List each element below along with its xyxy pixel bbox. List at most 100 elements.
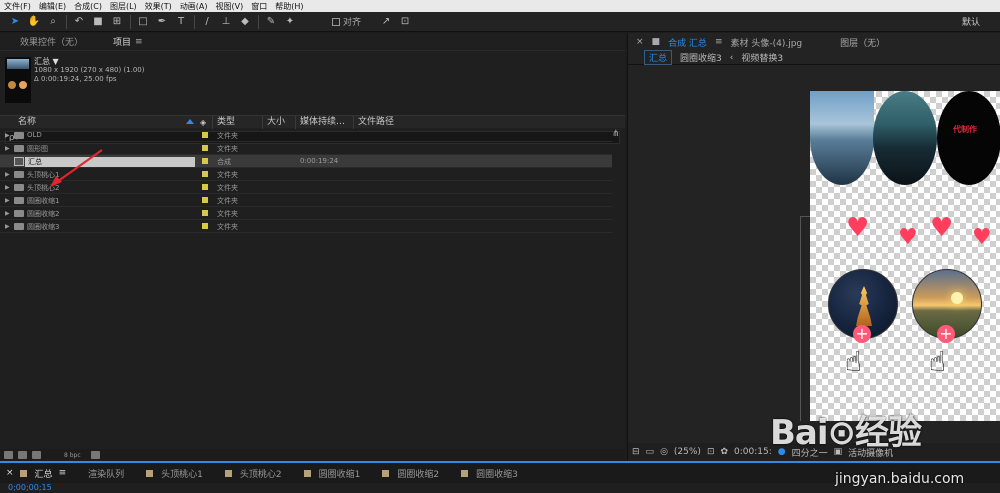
flowchart-icon[interactable]: ⋔ [612,129,620,139]
expand-icon[interactable]: ▶ [5,145,10,152]
current-time-display[interactable]: 0:00:15: [734,447,772,457]
menu-window[interactable]: 窗口 [251,1,267,12]
tab-label: 圆圈收缩2 [397,469,440,480]
display-icon[interactable]: ▭ [646,447,655,457]
menu-file[interactable]: 文件(F) [4,1,31,12]
text-tool-icon[interactable]: T [174,15,188,29]
magnification-select[interactable]: (25%) [674,447,701,457]
breadcrumb-item[interactable]: 圆圈收缩3 [680,51,722,64]
tab-effect-controls[interactable]: 效果控件（无） [20,35,83,48]
pan-behind-tool-icon[interactable]: ⊞ [110,15,124,29]
trash-icon[interactable] [90,451,100,459]
hand-tool-icon[interactable]: ✋ [27,15,41,29]
rotate-tool-icon[interactable]: ↶ [72,15,86,29]
expand-icon[interactable]: ▶ [5,210,10,217]
expand-icon[interactable]: ▶ [5,132,10,139]
column-size[interactable]: 大小 [262,116,295,129]
panel-menu-icon[interactable]: ≡ [715,37,723,47]
panel-menu-icon[interactable]: ≡ [59,468,67,478]
menu-composition[interactable]: 合成(C) [74,1,102,12]
timeline-tab-render-queue[interactable]: 渲染队列 [88,467,124,480]
eraser-tool-icon[interactable]: ◆ [238,15,252,29]
list-item[interactable]: ▶ 圆圈收缩2 文件夹 [0,207,612,220]
item-thumbnail [5,57,31,103]
brush-tool-icon[interactable]: / [200,15,214,29]
rectangle-tool-icon[interactable]: □ [136,15,150,29]
column-type[interactable]: 类型 [212,116,262,129]
clone-stamp-tool-icon[interactable]: ⊥ [219,15,233,29]
label-color-swatch[interactable] [202,210,208,216]
tab-composition[interactable]: 合成 汇总 [668,36,707,49]
grid-icon[interactable]: ⊟ [632,447,640,457]
menu-help[interactable]: 帮助(H) [275,1,303,12]
lock-icon[interactable]: ■ [652,37,661,47]
roto-brush-tool-icon[interactable]: ✎ [264,15,278,29]
watermark-logo: Bai⊙经验 [770,413,922,453]
sort-ascending-icon[interactable] [186,119,194,124]
zoom-tool-icon[interactable]: ⌕ [46,15,60,29]
label-color-swatch[interactable] [202,132,208,138]
label-color-swatch[interactable] [202,184,208,190]
align-checkbox[interactable] [332,17,340,26]
close-icon[interactable]: × [636,37,644,47]
pen-tool-icon[interactable]: ✒ [155,15,169,29]
tab-layer[interactable]: 图层（无） [840,36,885,49]
composition-canvas[interactable]: 代制作 ♥ ♥ ♥ ♥ + + ☝ ☝ [810,91,1000,421]
label-tag-icon[interactable]: ◈ [200,118,209,127]
tab-label: 汇总 [34,469,53,480]
timeline-tab[interactable]: 圆圈收缩1 [303,467,360,480]
snap-icon[interactable]: ↗ [379,15,393,29]
label-color-swatch[interactable] [202,171,208,177]
expand-icon[interactable]: ▶ [5,184,10,191]
composition-viewer[interactable]: 代制作 ♥ ♥ ♥ ♥ + + ☝ ☝ [628,67,1000,442]
snapshot-icon[interactable]: ✿ [721,447,729,457]
expand-icon[interactable]: ▶ [5,197,10,204]
align-toggle[interactable]: 对齐 [332,15,361,28]
new-composition-icon[interactable] [32,451,41,459]
interpret-footage-icon[interactable] [4,451,13,459]
lake-photo-circle [810,91,874,185]
tools-toolbar: ➤ ✋ ⌕ ↶ ■ ⊞ □ ✒ T / ⊥ ◆ ✎ ✦ 对齐 ↗ ⊡ 默认 [0,12,1000,32]
heart-icon: ♥ [930,213,954,243]
column-name[interactable]: 名称 [14,116,196,129]
list-item[interactable]: ▶ 圆圈收缩1 文件夹 [0,194,612,207]
puppet-pin-tool-icon[interactable]: ✦ [283,15,297,29]
breadcrumb-item[interactable]: 视频替换3 [741,51,783,64]
camera-tool-icon[interactable]: ■ [91,15,105,29]
expand-icon[interactable]: ▶ [5,223,10,230]
timeline-tab[interactable]: 圆圈收缩2 [382,467,439,480]
workspace-selector[interactable]: 默认 [962,15,980,28]
column-file-path[interactable]: 文件路径 [353,116,613,129]
label-color-swatch[interactable] [202,223,208,229]
tab-footage[interactable]: 素材 头像-(4).jpg [730,36,802,49]
menu-effect[interactable]: 效果(T) [145,1,172,12]
list-item[interactable]: ▶ OLD 文件夹 [0,129,612,142]
timeline-tab[interactable]: 圆圈收缩3 [461,467,518,480]
selection-tool-icon[interactable]: ➤ [8,15,22,29]
breadcrumb-item[interactable]: 汇总 [644,50,673,65]
timeline-tab[interactable]: 头顶桃心1 [146,467,203,480]
item-name[interactable]: 汇总 ▼ [34,57,145,66]
fit-icon[interactable]: ⊡ [707,447,715,457]
bit-depth-toggle[interactable]: 8 bpc [64,452,81,459]
new-folder-icon[interactable] [18,451,27,459]
composition-breadcrumb: 汇总 圆圈收缩3 ‹ 视频替换3 [628,50,1000,65]
label-color-swatch[interactable] [202,158,208,164]
menu-layer[interactable]: 图层(L) [110,1,137,12]
tab-project[interactable]: 项目 [113,35,131,48]
menu-animation[interactable]: 动画(A) [180,1,208,12]
item-label: 圆圈收缩1 [27,197,60,205]
column-media-duration[interactable]: 媒体持续… [295,116,353,129]
panel-menu-icon[interactable]: ≡ [135,37,143,47]
expand-icon[interactable]: ▶ [5,171,10,178]
timeline-tab-summary[interactable]: × 汇总 ≡ [6,467,66,480]
menu-edit[interactable]: 编辑(E) [39,1,66,12]
view-options-icon[interactable]: ◎ [660,447,668,457]
label-color-swatch[interactable] [202,197,208,203]
close-icon[interactable]: × [6,468,14,478]
timeline-tab[interactable]: 头顶桃心2 [224,467,282,480]
list-item[interactable]: ▶ 圆圈收缩3 文件夹 [0,220,612,233]
label-color-swatch[interactable] [202,145,208,151]
snap-options-icon[interactable]: ⊡ [398,15,412,29]
menu-view[interactable]: 视图(V) [216,1,244,12]
